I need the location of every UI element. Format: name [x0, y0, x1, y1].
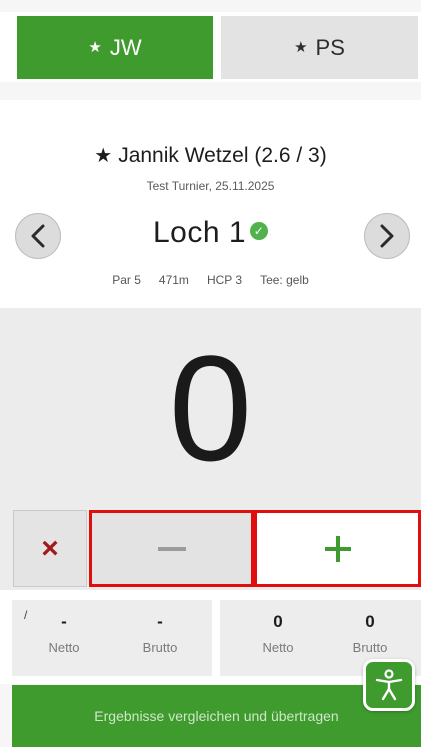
accessibility-icon — [375, 669, 403, 701]
accessibility-button[interactable] — [363, 659, 415, 711]
plus-icon — [324, 535, 351, 562]
chevron-right-icon — [380, 224, 394, 248]
hole-title: Loch 1 ✓ — [0, 216, 421, 250]
netto-label: Netto — [48, 640, 80, 655]
hole-details: Par 5 471m HCP 3 Tee: gelb — [0, 273, 421, 287]
brutto-value: 0 — [365, 612, 375, 631]
score-summary: / - Netto - Brutto 0 Netto 0 Brutto — [0, 590, 421, 684]
brutto-column: 0 Brutto — [330, 612, 410, 655]
hole-hcp: HCP 3 — [206, 273, 243, 287]
hole-par: Par 5 — [112, 273, 141, 287]
tab-player-jw[interactable]: ★ JW — [17, 16, 213, 79]
minus-icon — [157, 546, 186, 551]
brutto-label: Brutto — [352, 640, 388, 655]
clear-score-button[interactable]: × — [13, 510, 87, 587]
netto-value: - — [61, 612, 67, 631]
netto-column: 0 Netto — [238, 612, 318, 655]
increment-button[interactable] — [254, 510, 421, 587]
score-display: 0 — [0, 308, 421, 508]
player-name: ★ Jannik Wetzel (2.6 / 3) — [0, 143, 421, 168]
hole-tee: Tee: gelb — [260, 273, 309, 287]
next-hole-button[interactable] — [364, 213, 410, 259]
player-name-text: Jannik Wetzel (2.6 / 3) — [118, 144, 327, 167]
tab-player-ps[interactable]: ★ PS — [221, 16, 418, 79]
hole-length: 471m — [158, 273, 189, 287]
brutto-value: - — [157, 612, 163, 631]
star-icon: ★ — [88, 38, 102, 56]
tournament-info: Test Turnier, 25.11.2025 — [146, 179, 275, 193]
brutto-column: - Brutto — [120, 612, 200, 655]
compare-and-submit-label: Ergebnisse vergleichen und übertragen — [94, 708, 339, 724]
netto-value: 0 — [273, 612, 283, 631]
brutto-label: Brutto — [142, 640, 178, 655]
compare-and-submit-button[interactable]: Ergebnisse vergleichen und übertragen — [12, 685, 421, 747]
tab-label: JW — [109, 34, 142, 60]
hole-title-text: Loch 1 — [152, 216, 247, 249]
player-tabs: ★ JW ★ PS — [0, 12, 421, 82]
tab-label: PS — [315, 34, 345, 60]
divider — [0, 82, 421, 100]
score-entry-screen: ★ JW ★ PS ★ Jannik Wetzel (2.6 / 3) Test … — [0, 0, 421, 747]
check-circle-icon: ✓ — [250, 222, 269, 241]
summary-box-current: / - Netto - Brutto — [12, 600, 212, 676]
star-icon: ★ — [294, 38, 308, 56]
close-icon: × — [41, 531, 59, 565]
hole-header: ★ Jannik Wetzel (2.6 / 3) Test Turnier, 2… — [0, 100, 421, 308]
star-icon: ★ — [94, 145, 113, 167]
score-value: 0 — [168, 324, 253, 492]
decrement-button[interactable] — [89, 510, 254, 587]
netto-label: Netto — [262, 640, 294, 655]
netto-column: - Netto — [24, 612, 104, 655]
score-controls: × — [0, 508, 421, 590]
